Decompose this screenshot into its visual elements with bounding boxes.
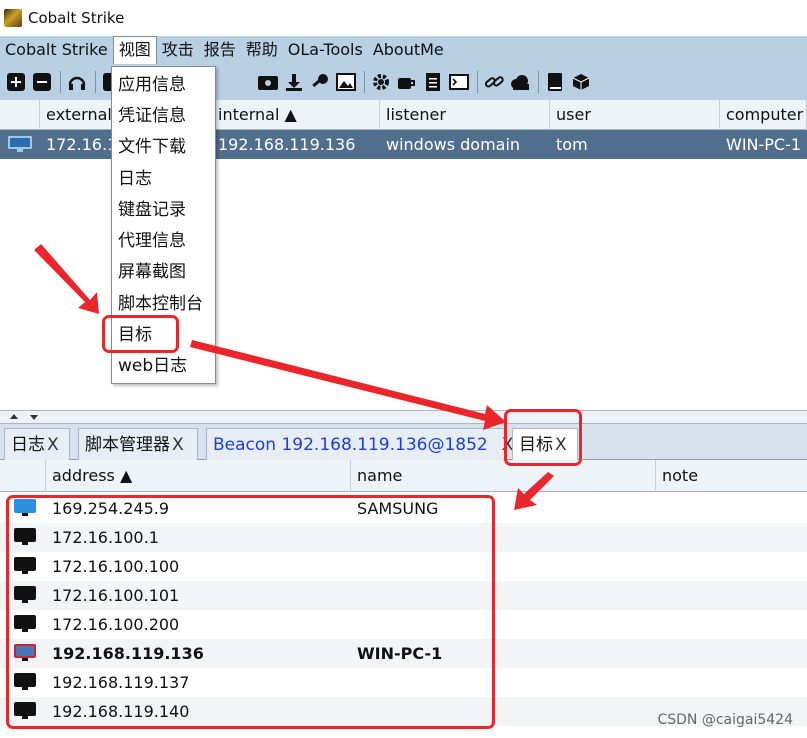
tab-bar: 日志 X 脚本管理器 X Beacon 192.168.119.136@1852 X …: [0, 424, 807, 461]
tab-event-log[interactable]: 日志 X: [4, 428, 70, 460]
cobalt-strike-logo-icon: [4, 9, 22, 27]
menu-item-proxy-pivots[interactable]: 代理信息: [118, 229, 186, 253]
menu-bar: Cobalt Strike 视图 攻击 报告 帮助 OLa-Tools Abou…: [0, 36, 807, 64]
tab-label: Beacon 192.168.119.136@1852: [213, 435, 488, 455]
window-title: Cobalt Strike: [28, 9, 125, 27]
menu-item-screenshots[interactable]: 屏幕截图: [118, 260, 186, 284]
targets-table-header: address ▲ name note: [0, 460, 807, 492]
target-address: 169.254.245.9: [52, 499, 170, 518]
minus-icon[interactable]: [30, 70, 54, 94]
monitor-icon: [14, 557, 36, 575]
screenshot-icon[interactable]: [256, 70, 280, 94]
menu-item-credentials[interactable]: 凭证信息: [118, 104, 186, 128]
target-name: SAMSUNG: [357, 499, 439, 518]
tab-script-manager[interactable]: 脚本管理器 X: [78, 428, 198, 460]
headphones-icon[interactable]: [65, 70, 89, 94]
toolbar-separator: [538, 71, 539, 93]
target-name: WIN-PC-1: [357, 644, 443, 663]
target-row[interactable]: 192.168.119.137: [0, 668, 807, 697]
cloud-icon[interactable]: [508, 70, 532, 94]
menu-item-application-info[interactable]: 应用信息: [118, 73, 186, 97]
target-row[interactable]: 172.16.100.200: [0, 610, 807, 639]
menu-ola-tools[interactable]: OLa-Tools: [283, 36, 368, 64]
session-internal: 192.168.119.136: [218, 135, 356, 154]
coffee-icon[interactable]: [395, 70, 419, 94]
column-header-listener[interactable]: listener: [380, 100, 550, 130]
menu-about-me[interactable]: AboutMe: [368, 36, 449, 64]
menu-item-web-log[interactable]: web日志: [118, 354, 187, 378]
image-icon[interactable]: [334, 70, 358, 94]
target-address: 192.168.119.137: [52, 673, 190, 692]
target-address: 172.16.100.101: [52, 586, 180, 605]
column-header-name[interactable]: name: [351, 460, 656, 492]
cube-icon[interactable]: [569, 70, 593, 94]
toolbar-separator: [95, 71, 96, 93]
toolbar-separator: [60, 71, 61, 93]
column-header-internal[interactable]: internal ▲: [212, 100, 380, 130]
menu-item-downloads[interactable]: 文件下载: [118, 135, 186, 159]
target-address: 192.168.119.136: [52, 644, 204, 663]
monitor-icon: [14, 702, 36, 720]
splitter-arrows-icon[interactable]: [6, 411, 46, 423]
column-header-note[interactable]: note: [656, 460, 807, 492]
menu-item-keystrokes[interactable]: 键盘记录: [118, 198, 186, 222]
column-header-user[interactable]: user: [550, 100, 720, 130]
targets-table: address ▲ name note 169.254.245.9 SAMSUN…: [0, 460, 807, 738]
tab-close-icon[interactable]: X: [555, 435, 567, 455]
book-icon[interactable]: [543, 70, 567, 94]
menu-item-targets[interactable]: 目标: [118, 323, 152, 347]
monitor-icon: [14, 528, 36, 546]
watermark: CSDN @caigai5424: [657, 712, 793, 728]
target-address: 192.168.119.140: [52, 702, 190, 721]
windows-icon: [14, 499, 36, 517]
monitor-icon: [14, 615, 36, 633]
target-address: 172.16.100.1: [52, 528, 159, 547]
title-bar: Cobalt Strike: [0, 0, 807, 36]
monitor-icon: [14, 673, 36, 691]
terminal-icon[interactable]: [447, 70, 471, 94]
menu-view[interactable]: 视图: [112, 36, 157, 64]
compromised-host-icon: [14, 644, 36, 662]
key-icon[interactable]: [308, 70, 332, 94]
document-icon[interactable]: [421, 70, 445, 94]
pane-splitter[interactable]: [0, 410, 807, 424]
tab-close-icon[interactable]: X: [47, 435, 59, 455]
target-row[interactable]: 169.254.245.9 SAMSUNG: [0, 494, 807, 523]
view-menu-dropdown: 应用信息 凭证信息 文件下载 日志 键盘记录 代理信息 屏幕截图 脚本控制台 目…: [111, 66, 216, 384]
menu-help[interactable]: 帮助: [241, 36, 283, 64]
link-icon[interactable]: [482, 70, 506, 94]
plus-icon[interactable]: [4, 70, 28, 94]
monitor-icon: [14, 586, 36, 604]
menu-item-script-console[interactable]: 脚本控制台: [118, 292, 203, 316]
gear-icon[interactable]: [369, 70, 393, 94]
column-header-computer[interactable]: computer: [720, 100, 807, 130]
tab-close-icon[interactable]: X: [172, 435, 184, 455]
download-icon[interactable]: [282, 70, 306, 94]
column-header-address[interactable]: address ▲: [46, 460, 351, 492]
target-row[interactable]: 172.16.100.1: [0, 523, 807, 552]
toolbar-separator: [364, 71, 365, 93]
toolbar-separator: [477, 71, 478, 93]
target-row[interactable]: 172.16.100.100: [0, 552, 807, 581]
tab-targets[interactable]: 目标 X: [512, 428, 578, 461]
target-address: 172.16.100.100: [52, 557, 180, 576]
menu-cobalt-strike[interactable]: Cobalt Strike: [0, 36, 113, 64]
session-computer: WIN-PC-1: [726, 135, 802, 154]
target-row[interactable]: 172.16.100.101: [0, 581, 807, 610]
target-row[interactable]: 192.168.119.136 WIN-PC-1: [0, 639, 807, 668]
menu-reports[interactable]: 报告: [199, 36, 241, 64]
column-header-icon[interactable]: [0, 460, 46, 492]
tab-label: 目标: [519, 435, 553, 455]
menu-attack[interactable]: 攻击: [157, 36, 199, 64]
tab-label: 日志: [11, 435, 45, 455]
tab-beacon[interactable]: Beacon 192.168.119.136@1852 X: [206, 428, 513, 460]
column-header-icon[interactable]: [0, 100, 40, 130]
menu-item-event-log[interactable]: 日志: [118, 167, 152, 191]
session-external: 172.16.1: [46, 135, 118, 154]
session-user: tom: [556, 135, 588, 154]
session-computer-icon: [8, 136, 32, 153]
tab-label: 脚本管理器: [85, 435, 170, 455]
session-listener: windows domain: [386, 135, 521, 154]
target-address: 172.16.100.200: [52, 615, 180, 634]
